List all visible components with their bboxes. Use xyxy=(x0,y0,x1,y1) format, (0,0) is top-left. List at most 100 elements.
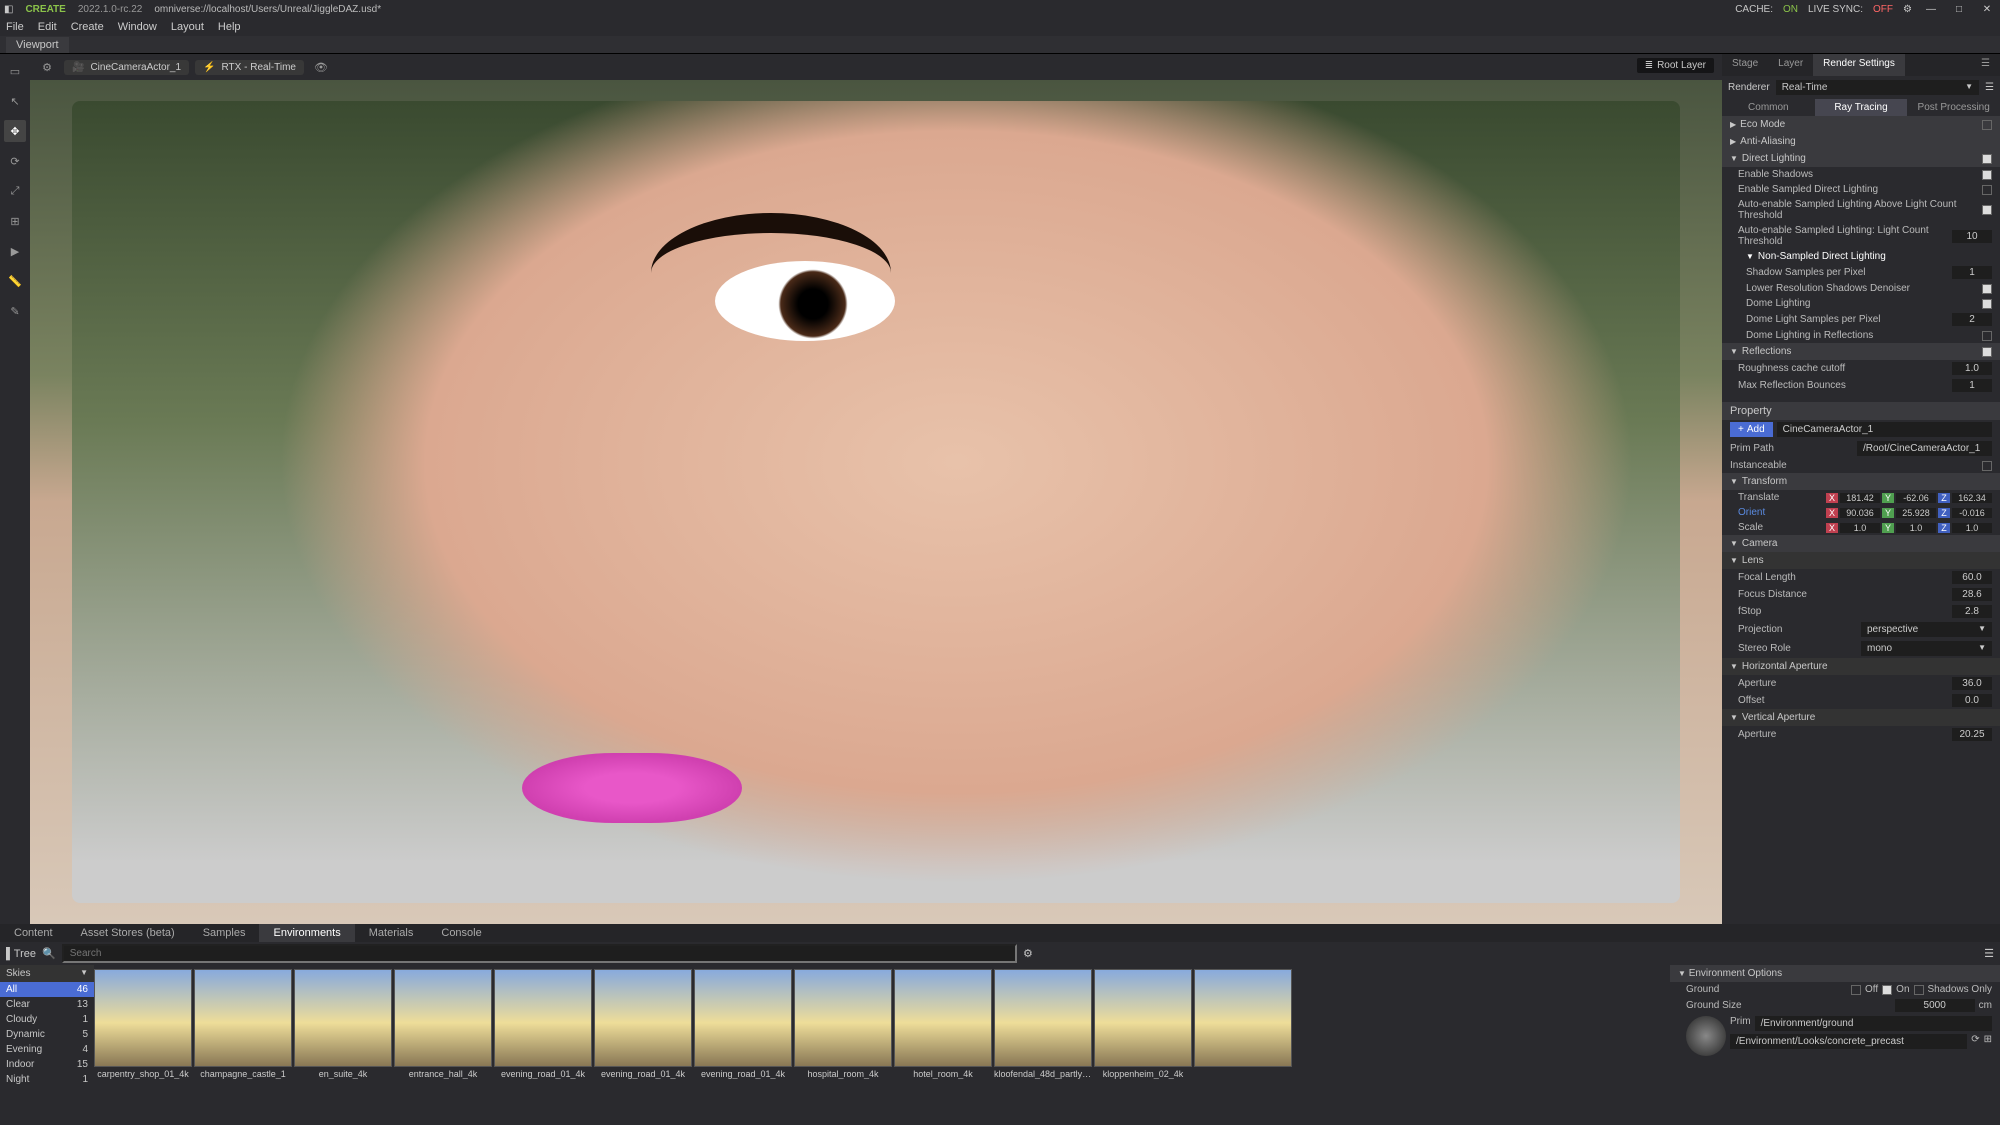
viewport-tab[interactable]: Viewport xyxy=(6,37,69,53)
env-thumb[interactable]: en_suite_4k xyxy=(294,969,392,1100)
section-transform[interactable]: ▼Transform xyxy=(1722,473,2000,490)
measure-tool-icon[interactable]: 📏 xyxy=(4,270,26,292)
focal-input[interactable]: 60.0 xyxy=(1952,571,1992,584)
panel-menu-icon[interactable]: ☰ xyxy=(1971,54,2000,76)
enable-shadows-chk[interactable] xyxy=(1982,170,1992,180)
visibility-icon[interactable]: 👁 xyxy=(310,56,332,78)
vap-aperture-input[interactable]: 20.25 xyxy=(1952,728,1992,741)
search-input[interactable] xyxy=(62,944,1017,963)
sky-filter-clear[interactable]: Clear13 xyxy=(0,997,94,1012)
ground-on-chk[interactable] xyxy=(1882,985,1892,995)
entity-name-input[interactable]: CineCameraActor_1 xyxy=(1777,422,1992,437)
env-look-input[interactable]: /Environment/Looks/concrete_precast xyxy=(1730,1034,1967,1049)
env-thumb[interactable] xyxy=(1194,969,1292,1100)
viewport-settings-icon[interactable]: ⚙ xyxy=(36,56,58,78)
env-thumb[interactable]: champagne_castle_1 xyxy=(194,969,292,1100)
browse-icon[interactable]: ⊞ xyxy=(1984,1034,1992,1049)
groundsize-input[interactable]: 5000 xyxy=(1895,999,1975,1012)
sky-filter-indoor[interactable]: Indoor15 xyxy=(0,1057,94,1072)
cache-state[interactable]: ON xyxy=(1783,4,1798,15)
root-layer-chip[interactable]: ≣Root Layer xyxy=(1637,58,1714,73)
sky-filter-cloudy[interactable]: Cloudy1 xyxy=(0,1012,94,1027)
rough-input[interactable]: 1.0 xyxy=(1952,362,1992,375)
dome-chk[interactable] xyxy=(1982,299,1992,309)
livesync-state[interactable]: OFF xyxy=(1873,4,1893,15)
sky-filter-night[interactable]: Night1 xyxy=(0,1072,94,1087)
tab-content[interactable]: Content xyxy=(0,924,67,942)
refl-checkbox[interactable] xyxy=(1982,347,1992,357)
environment-thumbnails[interactable]: carpentry_shop_01_4kchampagne_castle_1en… xyxy=(94,965,1670,1104)
viewport-render[interactable] xyxy=(30,80,1722,924)
env-thumb[interactable]: kloofendal_48d_partly_cloudy_4k xyxy=(994,969,1092,1100)
section-direct[interactable]: ▼Direct Lighting xyxy=(1722,150,2000,167)
section-aa[interactable]: ▶Anti-Aliasing xyxy=(1722,133,2000,150)
instanceable-chk[interactable] xyxy=(1982,461,1992,471)
subtab-post[interactable]: Post Processing xyxy=(1907,99,2000,116)
tab-console[interactable]: Console xyxy=(427,924,495,942)
section-vap[interactable]: ▼Vertical Aperture xyxy=(1722,709,2000,726)
env-thumb[interactable]: evening_road_01_4k xyxy=(494,969,592,1100)
direct-checkbox[interactable] xyxy=(1982,154,1992,164)
chevron-down-icon[interactable]: ▼ xyxy=(80,968,88,979)
pointer-tool-icon[interactable]: ↖ xyxy=(4,90,26,112)
fstop-input[interactable]: 2.8 xyxy=(1952,605,1992,618)
renderer-menu-icon[interactable]: ☰ xyxy=(1985,82,1994,93)
shadow-samples-input[interactable]: 1 xyxy=(1952,266,1992,279)
menu-edit[interactable]: Edit xyxy=(38,21,57,33)
list-view-icon[interactable]: ☰ xyxy=(1984,947,1994,960)
subtab-common[interactable]: Common xyxy=(1722,99,1815,116)
locate-icon[interactable]: ⟳ xyxy=(1971,1034,1979,1049)
sky-filter-dynamic[interactable]: Dynamic5 xyxy=(0,1027,94,1042)
material-preview-icon[interactable] xyxy=(1686,1016,1726,1056)
section-camera[interactable]: ▼Camera xyxy=(1722,535,2000,552)
snap-tool-icon[interactable]: ⊞ xyxy=(4,210,26,232)
env-prim-input[interactable]: /Environment/ground xyxy=(1755,1016,1992,1031)
scale-input[interactable]: XYZ xyxy=(1826,523,1992,533)
auto-thresh-chk[interactable] xyxy=(1982,205,1992,215)
env-thumb[interactable]: evening_road_01_4k xyxy=(594,969,692,1100)
close-icon[interactable]: ✕ xyxy=(1978,2,1996,16)
renderer-select[interactable]: Real-Time▼ xyxy=(1776,80,1979,95)
maximize-icon[interactable]: □ xyxy=(1950,2,1968,16)
env-thumb[interactable]: hospital_room_4k xyxy=(794,969,892,1100)
property-tab[interactable]: Property xyxy=(1722,402,2000,420)
env-thumb[interactable]: entrance_hall_4k xyxy=(394,969,492,1100)
sky-filter-all[interactable]: All46 xyxy=(0,982,94,997)
tab-samples[interactable]: Samples xyxy=(189,924,260,942)
dome-samples-input[interactable]: 2 xyxy=(1952,313,1992,326)
maxrefl-input[interactable]: 1 xyxy=(1952,379,1992,392)
subtab-raytracing[interactable]: Ray Tracing xyxy=(1815,99,1908,116)
eco-checkbox[interactable] xyxy=(1982,120,1992,130)
skies-label[interactable]: Skies xyxy=(6,968,30,979)
env-thumb[interactable]: evening_road_01_4k xyxy=(694,969,792,1100)
dome-refl-chk[interactable] xyxy=(1982,331,1992,341)
minimize-icon[interactable]: — xyxy=(1922,2,1940,16)
select-tool-icon[interactable]: ▭ xyxy=(4,60,26,82)
enable-sampled-chk[interactable] xyxy=(1982,185,1992,195)
rotate-tool-icon[interactable]: ⟳ xyxy=(4,150,26,172)
translate-input[interactable]: XYZ xyxy=(1826,493,1992,503)
non-sampled-label[interactable]: Non-Sampled Direct Lighting xyxy=(1758,251,1886,262)
menu-create[interactable]: Create xyxy=(71,21,104,33)
scale-tool-icon[interactable]: ⤢ xyxy=(4,180,26,202)
stereo-select[interactable]: mono▼ xyxy=(1861,641,1992,656)
menu-layout[interactable]: Layout xyxy=(171,21,204,33)
menu-window[interactable]: Window xyxy=(118,21,157,33)
add-button[interactable]: +Add xyxy=(1730,422,1773,437)
camera-selector[interactable]: 🎥CineCameraActor_1 xyxy=(64,60,189,75)
tab-stage[interactable]: Stage xyxy=(1722,54,1768,76)
section-lens[interactable]: ▼Lens xyxy=(1722,552,2000,569)
menu-file[interactable]: File xyxy=(6,21,24,33)
rtx-mode[interactable]: ⚡RTX - Real-Time xyxy=(195,60,304,75)
auto-count-input[interactable]: 10 xyxy=(1952,230,1992,243)
play-tool-icon[interactable]: ▶ xyxy=(4,240,26,262)
ground-off-chk[interactable] xyxy=(1851,985,1861,995)
search-settings-icon[interactable]: ⚙ xyxy=(1023,947,1033,960)
tab-materials[interactable]: Materials xyxy=(355,924,428,942)
tab-environments[interactable]: Environments xyxy=(259,924,354,942)
paint-tool-icon[interactable]: ✎ xyxy=(4,300,26,322)
move-tool-icon[interactable]: ✥ xyxy=(4,120,26,142)
tree-toggle[interactable]: ▌Tree xyxy=(6,948,36,960)
env-thumb[interactable]: hotel_room_4k xyxy=(894,969,992,1100)
tab-assetstores[interactable]: Asset Stores (beta) xyxy=(67,924,189,942)
